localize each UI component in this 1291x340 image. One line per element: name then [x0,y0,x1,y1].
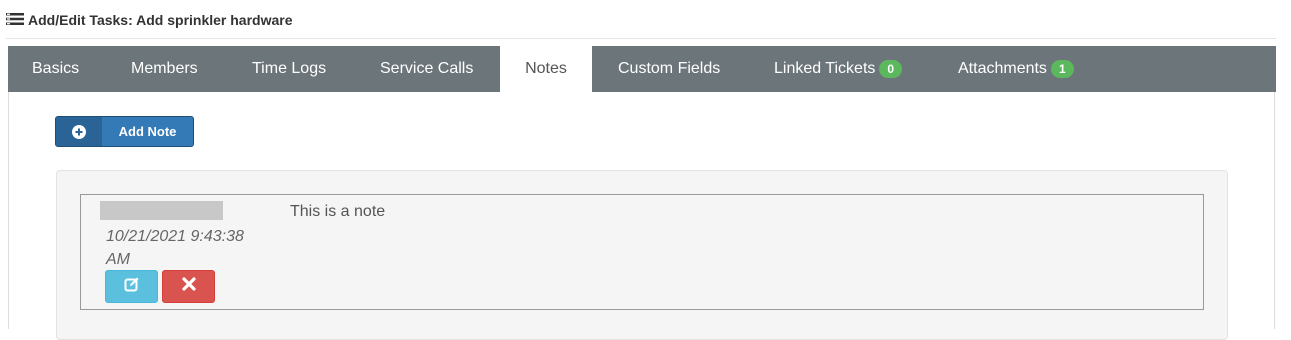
tab-custom-fields[interactable]: Custom Fields [618,46,720,92]
tab-label: Attachments [958,60,1047,77]
delete-note-button[interactable] [162,270,215,303]
add-note-button[interactable]: Add Note [55,116,194,147]
tab-members[interactable]: Members [131,46,198,92]
edit-note-button[interactable] [105,270,158,303]
add-note-label: Add Note [118,124,177,139]
note-text: This is a note [290,203,386,220]
page-header: Add/Edit Tasks: Add sprinkler hardware [6,10,293,30]
tab-label: Time Logs [252,60,327,77]
plus-circle-icon [56,117,102,146]
tab-attachments[interactable]: Attachments 1 [958,46,1074,92]
tasks-icon [6,12,24,29]
tab-basics[interactable]: Basics [32,46,79,92]
tab-notes[interactable]: Notes [500,46,592,92]
tab-label: Service Calls [380,60,474,77]
author-name-redacted [100,201,223,220]
tab-service-calls[interactable]: Service Calls [380,46,473,92]
tab-time-logs[interactable]: Time Logs [252,46,326,92]
tab-label: Notes [525,60,567,77]
count-badge: 1 [1050,60,1074,78]
page-title: Add/Edit Tasks: Add sprinkler hardware [28,12,293,28]
note-timestamp: 10/21/2021 9:43:38 AM [106,228,244,268]
tab-label: Members [131,60,198,77]
tab-bar: Basics Members Time Logs Service Calls N… [8,46,1276,92]
close-icon [181,277,196,296]
count-badge: 0 [879,60,903,78]
tab-label: Linked Tickets [774,60,876,77]
header-divider [6,38,1276,39]
tab-label: Custom Fields [618,60,721,77]
edit-icon [124,276,140,297]
tab-linked-tickets[interactable]: Linked Tickets 0 [774,46,903,92]
tab-label: Basics [32,60,80,77]
